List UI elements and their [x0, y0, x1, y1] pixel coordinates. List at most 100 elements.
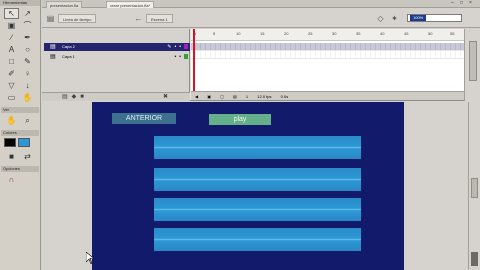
edit-symbol-icon[interactable]: ✦	[390, 14, 399, 23]
ruler-tick: 30	[332, 31, 337, 36]
anterior-button[interactable]: ANTERIOR	[112, 113, 176, 124]
layers-list: ▤ Capa 2 ✎•• ▤ Capa 1 •• ▤◆■ ✖	[42, 29, 190, 101]
frame-rate: 12.0 fps	[257, 94, 272, 99]
hand-tool-icon[interactable]: ✋	[20, 92, 35, 103]
snap-magnet-icon[interactable]: ∩	[4, 174, 19, 185]
eraser-tool-icon[interactable]: ▭	[4, 92, 19, 103]
close-icon[interactable]: ×	[468, 1, 473, 6]
ink-bottle-tool-icon[interactable]: ♀	[20, 68, 35, 79]
layer-name: Capa 2	[62, 44, 75, 49]
edit-multiple-icon[interactable]: ▤	[233, 94, 237, 99]
add-layer-icon[interactable]: ▤	[62, 94, 72, 100]
onion-skin-icon[interactable]: ▣	[207, 94, 211, 99]
black-white-icon[interactable]: ■	[4, 151, 19, 162]
layer-row-capa-2[interactable]: ▤ Capa 2 ✎••	[44, 43, 190, 51]
ruler-tick: 20	[284, 31, 289, 36]
stage-area: ANTERIOR play	[42, 102, 468, 270]
menu-bar-3[interactable]	[154, 198, 361, 221]
restore-icon[interactable]: □	[459, 1, 464, 6]
zoom-icon[interactable]: ⌕	[20, 115, 35, 126]
pen-tool-icon[interactable]: ✒	[20, 32, 35, 43]
stage-scroll-lower[interactable]	[471, 252, 478, 266]
zoom-value: 100%	[410, 15, 427, 21]
hand-view-icon[interactable]: ✋	[4, 115, 19, 126]
timeline-panel: ▤ Capa 2 ✎•• ▤ Capa 1 •• ▤◆■ ✖ 1 5 10 15	[42, 29, 480, 101]
text-tool-icon[interactable]: A	[4, 44, 19, 55]
selection-tool-icon[interactable]: ↖	[4, 8, 19, 19]
menu-bar-4[interactable]	[154, 228, 361, 251]
frame-ruler: 1 5 10 15 20 25 30 35 40 45 50 55	[191, 29, 464, 41]
stage-scrollbar[interactable]	[468, 102, 480, 270]
layer-icon: ▤	[50, 54, 56, 60]
play-button[interactable]: play	[209, 114, 271, 125]
timeline-toggle-icon[interactable]: ▤	[46, 14, 55, 23]
scene-breadcrumb[interactable]: Escena 1	[146, 14, 173, 23]
free-transform-tool-icon[interactable]: ▣	[4, 20, 19, 31]
document-tab-bar: presentacion.fla crear presentacion.fla*…	[42, 0, 480, 8]
timeline-scroll-thumb[interactable]	[469, 41, 477, 81]
ruler-tick: 5	[213, 31, 216, 36]
fill-color-swatch[interactable]	[18, 138, 30, 147]
menu-bar-2[interactable]	[154, 168, 361, 191]
brush-tool-icon[interactable]: ✐	[4, 68, 19, 79]
rectangle-tool-icon[interactable]: □	[4, 56, 19, 67]
layer-flags-icon[interactable]: ✎••	[167, 43, 184, 51]
layers-header	[42, 29, 189, 41]
timeline-scrollbar[interactable]	[464, 29, 480, 101]
lasso-tool-icon[interactable]: ⌒	[20, 20, 35, 31]
stroke-color-swatch[interactable]	[4, 138, 16, 147]
center-frame-icon[interactable]: ◀	[195, 94, 198, 99]
subselection-tool-icon[interactable]: ↗	[20, 8, 35, 19]
ruler-tick: 35	[356, 31, 361, 36]
layer-icon: ▤	[50, 44, 56, 50]
options-grid: ∩	[0, 172, 40, 187]
minimize-icon[interactable]: –	[450, 1, 455, 6]
ruler-tick: 45	[404, 31, 409, 36]
onion-outline-icon[interactable]: ▢	[220, 94, 224, 99]
stage-scroll-thumb[interactable]	[471, 178, 478, 198]
add-folder-icon[interactable]: ■	[80, 94, 88, 100]
ruler-tick: 40	[380, 31, 385, 36]
paint-bucket-tool-icon[interactable]: ▽	[4, 80, 19, 91]
layer-name: Capa 1	[62, 54, 75, 59]
mouse-cursor-icon	[86, 252, 94, 264]
zoom-select[interactable]: 100%	[407, 14, 462, 22]
menu-bar-1[interactable]	[154, 136, 361, 159]
edit-bar: ▤ Linea de tiempo ← Escena 1 ◇ ✦ 100%	[42, 9, 480, 28]
frames-grid[interactable]: 1 5 10 15 20 25 30 35 40 45 50 55	[191, 29, 464, 92]
tools-grid: ↖ ↗ ▣ ⌒ ∕ ✒ A ○ □ ✎ ✐ ♀ ▽ ↓ ▭ ✋	[0, 6, 40, 105]
pencil-tool-icon[interactable]: ✎	[20, 56, 35, 67]
ruler-tick: 15	[260, 31, 265, 36]
eyedropper-tool-icon[interactable]: ↓	[20, 80, 35, 91]
frame-row-capa-2[interactable]	[191, 43, 464, 51]
color-tools-grid: ■ ⇄	[0, 149, 40, 164]
flash-editor-window: Herramientas ↖ ↗ ▣ ⌒ ∕ ✒ A ○ □ ✎ ✐ ♀ ▽ ↓…	[0, 0, 480, 270]
layer-row-capa-1[interactable]: ▤ Capa 1 ••	[44, 53, 190, 61]
ruler-tick: 10	[236, 31, 241, 36]
swap-colors-icon[interactable]: ⇄	[20, 151, 35, 162]
timeline-status-bar: ◀ ▣ ▢ ▤ 1 12.0 fps 0.0s	[191, 91, 464, 100]
ruler-tick: 25	[308, 31, 313, 36]
view-tools-grid: ✋ ⌕	[0, 113, 40, 128]
layer-flags-icon[interactable]: ••	[174, 53, 184, 61]
tab-presentacion[interactable]: presentacion.fla	[46, 1, 83, 8]
playhead[interactable]	[193, 29, 195, 92]
oval-tool-icon[interactable]: ○	[20, 44, 35, 55]
edit-scene-icon[interactable]: ◇	[376, 14, 385, 23]
ruler-tick: 55	[450, 31, 455, 36]
delete-layer-icon[interactable]: ✖	[163, 93, 172, 102]
ruler-tick: 50	[428, 31, 433, 36]
current-frame: 1	[245, 94, 249, 99]
color-swatches	[0, 136, 40, 149]
tab-crear-presentacion[interactable]: crear presentacion.fla*	[106, 1, 155, 8]
back-arrow-icon[interactable]: ←	[134, 14, 143, 23]
add-guide-icon[interactable]: ◆	[72, 94, 81, 100]
layer-controls: ▤◆■ ✖	[42, 92, 190, 101]
frame-row-capa-1[interactable]	[191, 51, 464, 59]
line-tool-icon[interactable]: ∕	[4, 32, 19, 43]
timeline-toggle-button[interactable]: Linea de tiempo	[58, 14, 97, 23]
stage-canvas[interactable]: ANTERIOR play	[92, 102, 404, 270]
layer-outline-box[interactable]	[184, 54, 188, 59]
elapsed-time: 0.0s	[280, 94, 289, 99]
layer-outline-box[interactable]	[184, 44, 188, 49]
